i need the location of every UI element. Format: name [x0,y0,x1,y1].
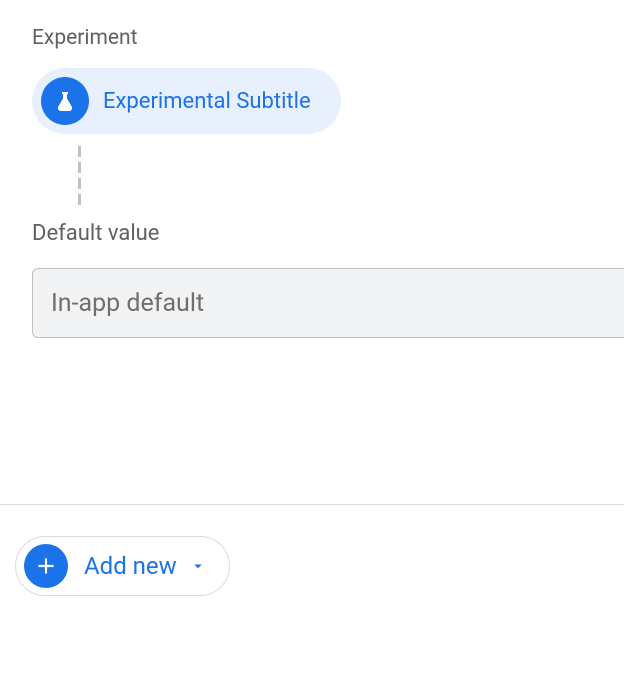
default-value-section-label: Default value [32,221,624,246]
connector-line [78,146,624,205]
add-new-label: Add new [84,552,177,580]
add-new-button[interactable]: Add new [15,536,230,596]
experiment-chip-label: Experimental Subtitle [103,89,311,114]
experiment-section-label: Experiment [32,26,624,50]
default-value-input[interactable] [32,268,624,338]
default-value-field-wrap [32,268,624,338]
experiment-chip[interactable]: Experimental Subtitle [32,68,341,134]
section-divider [0,504,624,505]
flask-icon [41,77,89,125]
plus-icon [24,544,68,588]
chevron-down-icon [189,557,207,575]
